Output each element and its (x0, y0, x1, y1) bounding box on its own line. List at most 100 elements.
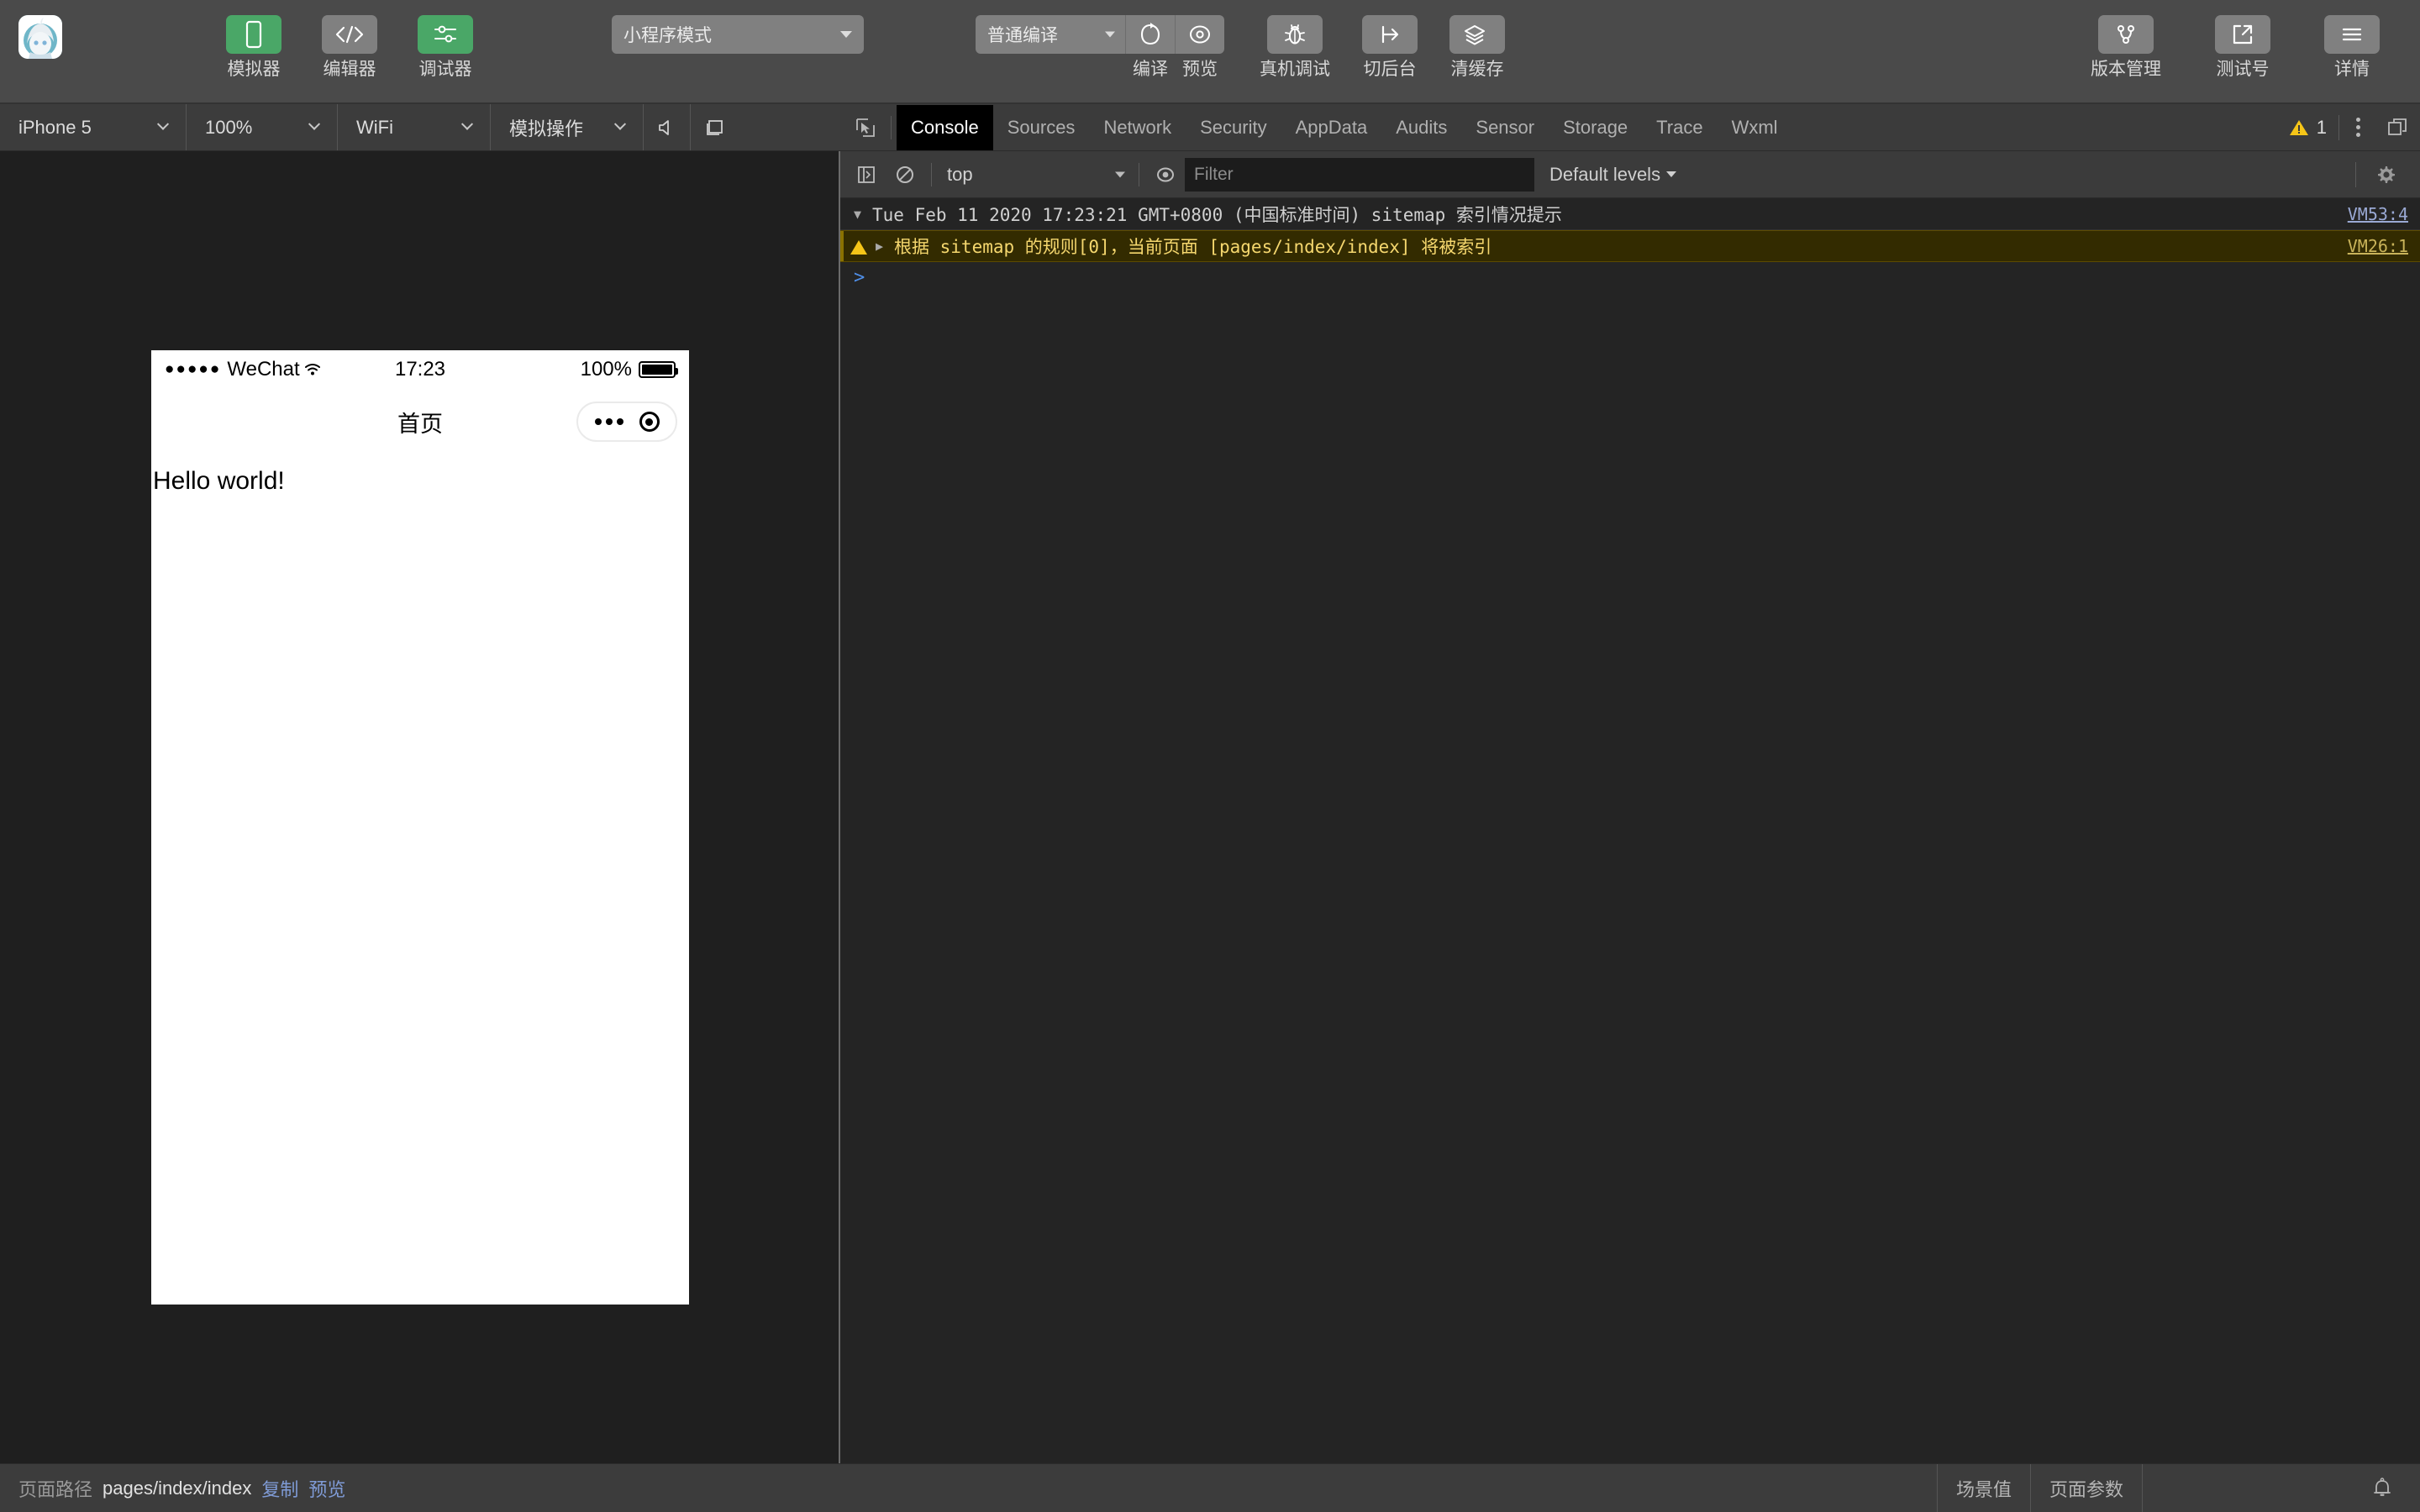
tab-trace[interactable]: Trace (1642, 105, 1717, 150)
log-levels-select[interactable]: Default levels (1549, 164, 1677, 186)
kebab-menu-icon (2355, 125, 2360, 129)
preview-action[interactable]: 预览 (1176, 15, 1224, 81)
switch-background[interactable]: 切后台 (1362, 15, 1418, 81)
dock-panel-button[interactable] (2376, 105, 2420, 150)
battery-full-icon (639, 360, 678, 378)
console-settings-button[interactable] (2366, 156, 2405, 193)
rotate-screen-button[interactable] (691, 104, 738, 150)
target-circle-icon[interactable] (639, 412, 660, 432)
chevron-down-icon (1105, 31, 1115, 38)
tab-console[interactable]: Console (897, 104, 993, 150)
test-account[interactable]: 测试号 (2215, 15, 2270, 81)
compile-action[interactable]: 编译 (1126, 15, 1175, 81)
hello-world-text: Hello world! (153, 467, 285, 495)
zoom-select[interactable]: 100% (187, 104, 338, 150)
switch-background-button[interactable] (1362, 15, 1418, 54)
details[interactable]: 详情 (2324, 15, 2380, 81)
log-source-link[interactable]: VM53:4 (2333, 204, 2408, 224)
disclosure-triangle-icon[interactable]: ▶ (876, 239, 887, 254)
page-params-button[interactable]: 页面参数 (2031, 1464, 2143, 1512)
execution-context-value: top (947, 163, 973, 185)
version-management[interactable]: 版本管理 (2091, 15, 2161, 81)
hamburger-icon (2342, 28, 2362, 41)
warning-counter[interactable]: 1 (2289, 117, 2338, 139)
external-link-icon (2233, 24, 2253, 45)
debugger-toggle-button[interactable] (418, 15, 473, 54)
signal-dots: ●●●●● (165, 360, 222, 378)
console-settings-group (2355, 156, 2413, 193)
tab-network[interactable]: Network (1089, 105, 1186, 150)
console-prompt[interactable]: > (840, 262, 2420, 293)
chevron-down-icon (460, 118, 474, 130)
wechat-capsule[interactable] (576, 402, 677, 442)
tab-sensor[interactable]: Sensor (1461, 105, 1549, 150)
avatar-image (18, 15, 62, 59)
operation-select[interactable]: 模拟操作 (491, 104, 644, 150)
log-source-link[interactable]: VM26:1 (2333, 236, 2408, 256)
sidebar-item-simulator[interactable]: 模拟器 (226, 15, 281, 81)
details-label: 详情 (2334, 60, 2370, 79)
sidebar-item-editor[interactable]: 编辑器 (322, 15, 377, 81)
clear-cache-button[interactable] (1449, 15, 1505, 54)
notifications-button[interactable] (2344, 1464, 2420, 1512)
inspect-element-icon (856, 118, 875, 137)
phone-simulator[interactable]: ●●●●● WeChat 17:23 100% 首页 Hello world! (151, 350, 689, 1305)
tab-audits[interactable]: Audits (1381, 105, 1461, 150)
simulator-toggle-button[interactable] (226, 15, 281, 54)
preview-path-link[interactable]: 预览 (308, 1475, 345, 1502)
inspect-element-button[interactable] (845, 105, 886, 150)
copy-path-link[interactable]: 复制 (261, 1475, 298, 1502)
clear-console-button[interactable] (886, 156, 924, 193)
console-log-entry[interactable]: ▼ Tue Feb 11 2020 17:23:21 GMT+0800 (中国标… (840, 198, 2420, 230)
simulator-label: 模拟器 (227, 60, 281, 79)
divider (2355, 161, 2356, 187)
status-bar-spacer (2143, 1464, 2344, 1512)
gear-icon (2378, 165, 2395, 183)
simulator-controls: iPhone 5 100% WiFi 模拟操作 (0, 104, 840, 151)
main-area: ●●●●● WeChat 17:23 100% 首页 Hello world! … (0, 151, 2420, 1463)
tab-security[interactable]: Security (1186, 105, 1281, 150)
operation-select-value: 模拟操作 (509, 118, 584, 139)
volume-button[interactable] (644, 104, 691, 150)
version-management-button[interactable] (2098, 15, 2154, 54)
compile-mode-select[interactable]: 普通编译 (976, 15, 1125, 54)
sub-toolbar: iPhone 5 100% WiFi 模拟操作 Console Sources … (0, 104, 2420, 151)
tab-appdata[interactable]: AppData (1281, 105, 1382, 150)
clear-console-icon (897, 165, 913, 183)
more-dots-icon[interactable] (594, 418, 623, 425)
rotate-screen-icon (707, 119, 723, 135)
mode-select[interactable]: 小程序模式 (612, 15, 864, 54)
details-button[interactable] (2324, 15, 2380, 54)
real-device-debug[interactable]: 真机调试 (1260, 15, 1330, 81)
preview-button[interactable] (1176, 15, 1224, 54)
live-expression-icon (1157, 167, 1174, 181)
compile-button[interactable] (1126, 15, 1175, 54)
scene-value-button[interactable]: 场景值 (1938, 1464, 2031, 1512)
compile-group: 普通编译 编译 预览 (976, 15, 1224, 81)
debugger-label: 调试器 (418, 60, 472, 79)
tab-storage[interactable]: Storage (1549, 105, 1642, 150)
live-expression-button[interactable] (1146, 156, 1185, 193)
devtools-more-button[interactable] (2339, 105, 2376, 150)
test-account-button[interactable] (2215, 15, 2270, 54)
panel-toggle-group: 模拟器 编辑器 调试器 (226, 0, 473, 81)
execution-context-select[interactable]: top (939, 158, 1132, 192)
simulator-toolbar-spacer (738, 104, 840, 150)
tab-wxml[interactable]: Wxml (1718, 105, 1792, 150)
real-device-debug-button[interactable] (1267, 15, 1323, 54)
tab-sources[interactable]: Sources (993, 105, 1090, 150)
search-input[interactable] (1185, 157, 1534, 192)
app-root: 模拟器 编辑器 调试器 小程序模式 普通编译 编译 预览 真机调试 切后台 清缓… (0, 0, 2420, 1512)
editor-toggle-button[interactable] (322, 15, 377, 54)
console-sidebar-button[interactable] (847, 156, 886, 193)
preview-eye-icon (1190, 25, 1210, 44)
avatar[interactable] (18, 15, 62, 59)
sidebar-item-debugger[interactable]: 调试器 (418, 15, 473, 81)
console-warning-entry[interactable]: ▶ 根据 sitemap 的规则[0]，当前页面 [pages/index/in… (840, 230, 2420, 262)
clear-cache[interactable]: 清缓存 (1449, 15, 1505, 81)
console-pane: top Default levels (840, 151, 2420, 1463)
device-select[interactable]: iPhone 5 (0, 104, 187, 150)
compile-mode-value: 普通编译 (987, 26, 1058, 45)
network-select[interactable]: WiFi (338, 104, 491, 150)
disclosure-triangle-icon[interactable]: ▼ (854, 207, 865, 222)
